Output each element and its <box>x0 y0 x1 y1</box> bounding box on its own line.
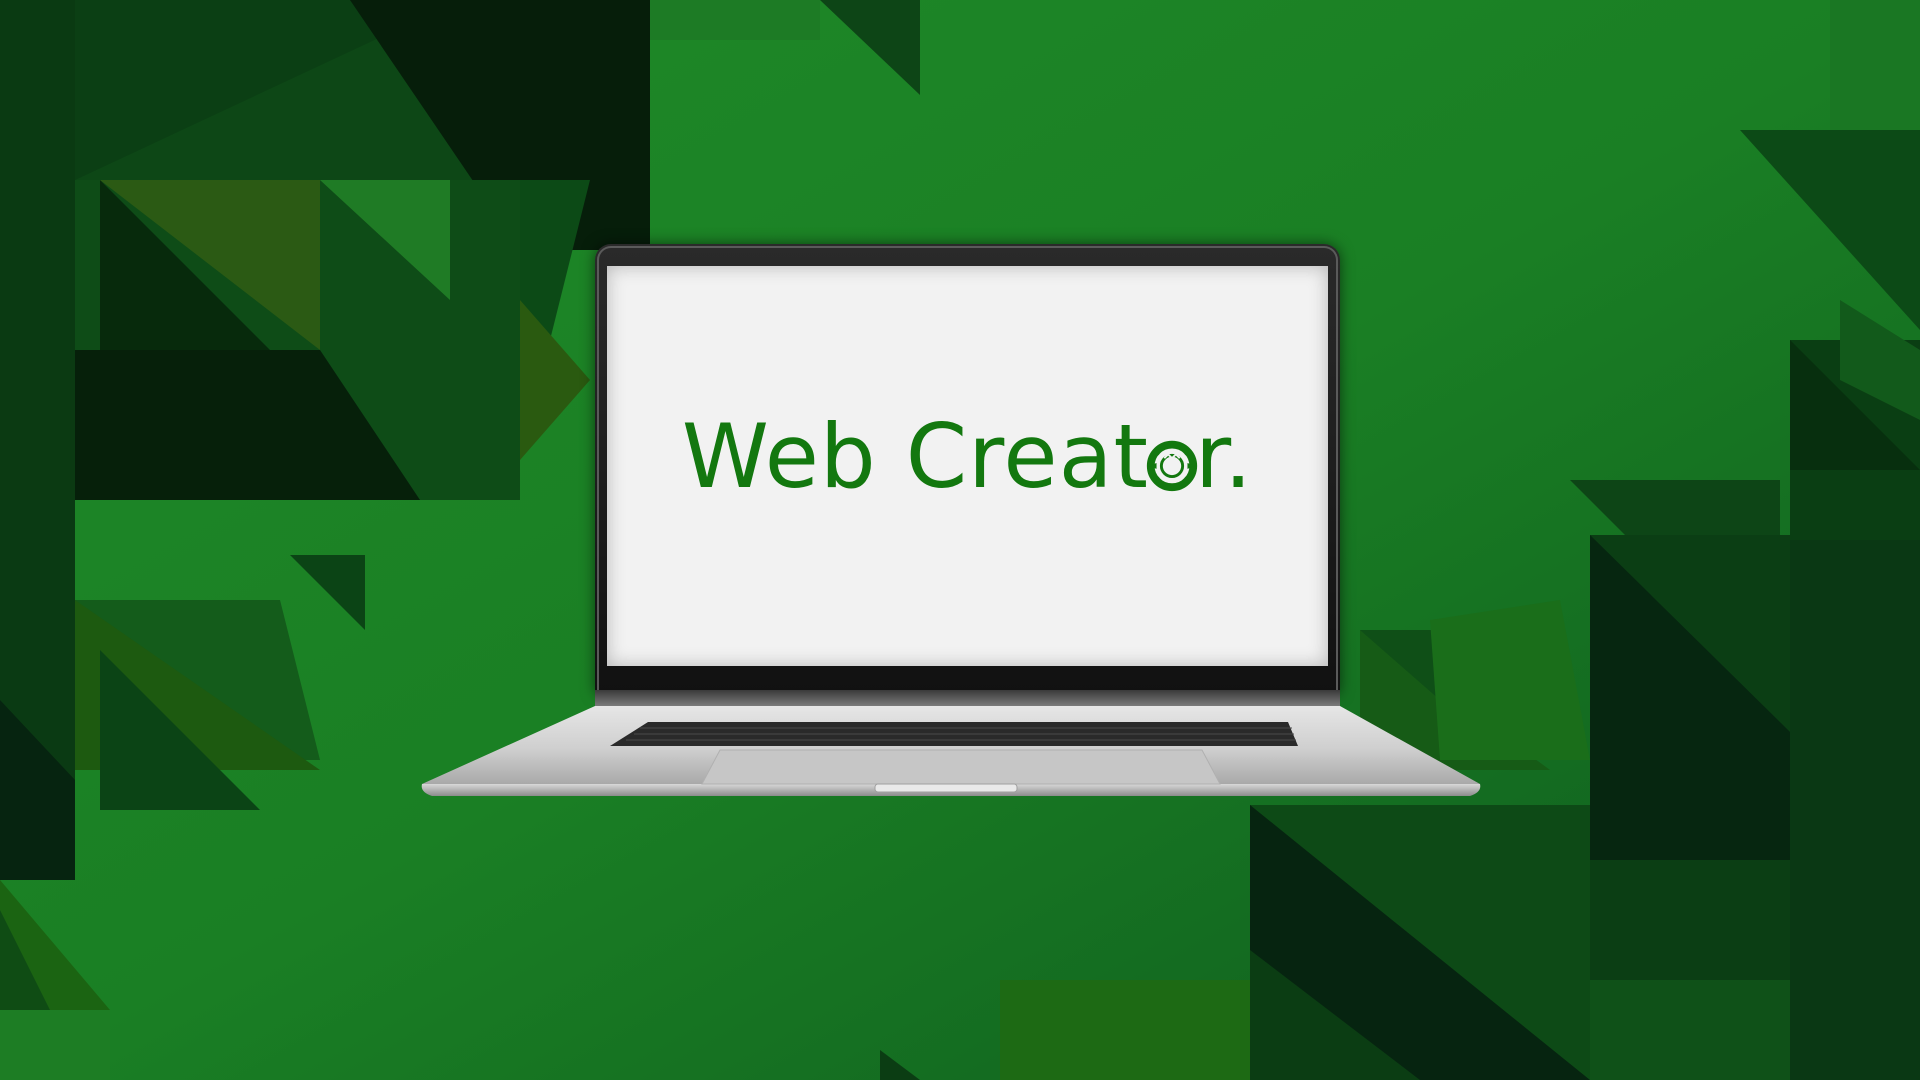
laptop: Web Creat r. <box>420 244 1482 804</box>
web-creator-logo: Web Creat r. <box>682 405 1253 508</box>
scene: Web Creat r. <box>0 0 1920 1080</box>
logo-text-start: Web Creat <box>681 404 1149 508</box>
laptop-lid: Web Creat r. <box>595 244 1340 694</box>
laptop-base <box>421 706 1481 796</box>
logo-text-end: r. <box>1195 404 1254 508</box>
laptop-screen: Web Creat r. <box>607 266 1328 666</box>
gear-o-icon <box>1143 411 1201 491</box>
